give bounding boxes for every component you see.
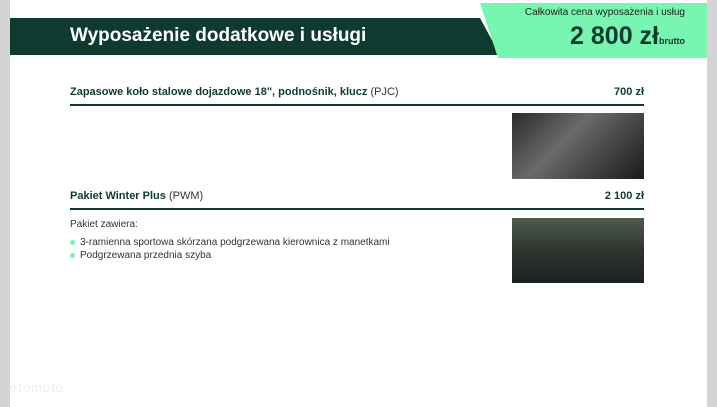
total-label: Całkowita cena wyposażenia i usług <box>524 7 685 18</box>
list-item: 3-ramienna sportowa skórzana podgrzewana… <box>70 237 390 248</box>
list-item: Podgrzewana przednia szyba <box>70 250 211 261</box>
item-name: Zapasowe koło stalowe dojazdowe 18", pod… <box>70 86 368 98</box>
item-name: Pakiet Winter Plus <box>70 190 166 202</box>
car-image <box>512 218 644 283</box>
item-price: 700 zł <box>614 86 644 98</box>
total-price-box: Całkowita cena wyposażenia i usług 2 800… <box>480 3 707 58</box>
item-row: Zapasowe koło stalowe dojazdowe 18", pod… <box>70 86 644 106</box>
item-row: Pakiet Winter Plus (PWM) 2 100 zł <box>70 190 644 210</box>
document-page: Wyposażenie dodatkowe i usługi Całkowita… <box>10 0 707 407</box>
item-code: (PJC) <box>370 86 399 98</box>
watermark: otomoto <box>10 380 64 395</box>
item-price: 2 100 zł <box>604 190 644 202</box>
contents-label: Pakiet zawiera: <box>70 219 138 230</box>
item-code: (PWM) <box>168 190 204 202</box>
spare-wheel-image <box>512 113 644 179</box>
total-value: 2 800 złbrutto <box>570 22 685 51</box>
page-title: Wyposażenie dodatkowe i usługi <box>70 25 367 46</box>
total-suffix: brutto <box>659 36 685 46</box>
total-amount: 2 800 zł <box>570 22 659 50</box>
